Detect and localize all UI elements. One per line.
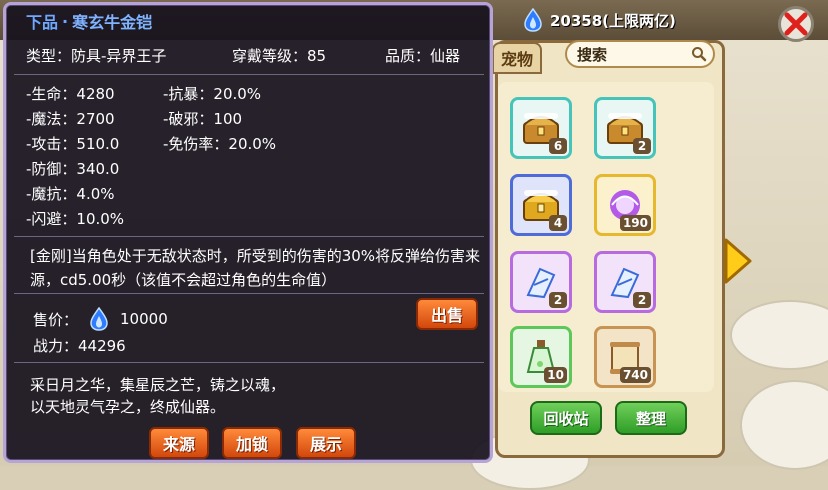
item-name: 寒玄牛金铠 [72,13,153,32]
item-count: 6 [549,138,567,154]
combat-power: 战力：44296 [33,337,126,355]
search-label: 搜索 [577,45,608,64]
item-slot-chest[interactable]: 6 [510,97,572,159]
title-separator: · [62,11,69,31]
sell-price: 售价： 10000 [33,307,168,331]
item-slot-scroll[interactable]: 740 [594,326,656,388]
cloud-decoration [730,300,828,370]
item-level: 穿戴等级：85 [232,47,327,65]
close-x-icon [784,12,808,36]
cloud-decoration [740,380,828,470]
item-lore: 采日月之华，集星辰之芒，铸之以魂， 以天地灵气孕之，终成仙器。 [30,374,482,418]
item-count: 4 [549,215,567,231]
sell-button[interactable]: 出售 [416,298,478,330]
item-slot-gold-chest[interactable]: 4 [510,174,572,236]
stat-magic-resist: -魔抗：4.0% [26,185,115,203]
divider [14,293,484,294]
item-count: 190 [619,215,651,231]
tab-pet[interactable]: 宠物 [492,42,542,74]
item-slot-crystal[interactable]: 2 [510,251,572,313]
stat-attack: -攻击：510.0 [26,135,120,153]
lock-button[interactable]: 加锁 [222,427,282,459]
item-slot-potion[interactable]: 10 [510,326,572,388]
stat-hp: -生命：4280 [26,85,115,103]
item-slot-crystal[interactable]: 2 [594,251,656,313]
currency-amount: 20358(上限两亿) [550,11,676,30]
search-input[interactable]: 搜索 [565,40,715,68]
price-label: 售价： [33,310,79,329]
stat-break-evil: -破邪：100 [163,110,243,128]
item-tooltip-panel: 下品 · 寒玄牛金铠 类型：防具-异界王子 穿戴等级：85 品质：仙器 -生命：… [3,2,493,463]
lore-line: 以天地灵气孕之，终成仙器。 [30,398,226,416]
price-value: 10000 [120,310,168,328]
recycle-bin-button[interactable]: 回收站 [530,401,602,435]
divider [14,74,484,75]
close-button[interactable] [778,6,814,42]
skill-description: [金刚]当角色处于无敌状态时，所受到的伤害的30%将反弹给伤害来源，cd5.00… [30,247,481,289]
item-count: 2 [633,138,651,154]
item-slot-chest[interactable]: 2 [594,97,656,159]
currency-display: 20358(上限两亿) [522,6,772,34]
stat-dodge: -闪避：10.0% [26,210,125,228]
source-button[interactable]: 来源 [149,427,209,459]
arrow-right-icon[interactable] [722,238,752,284]
blue-flame-gem-icon [90,307,108,331]
stat-defense: -防御：340.0 [26,160,120,178]
blue-flame-gem-icon [524,8,542,32]
showcase-button[interactable]: 展示 [296,427,356,459]
item-slot-orb[interactable]: 190 [594,174,656,236]
item-count: 2 [549,292,567,308]
divider [14,236,484,237]
item-count: 10 [544,367,567,383]
stat-mp: -魔法：2700 [26,110,115,128]
item-type: 类型：防具-异界王子 [26,47,167,65]
divider [14,362,484,363]
item-count: 740 [619,367,651,383]
stat-crit-resist: -抗暴：20.0% [163,85,262,103]
stat-damage-reduction: -免伤率：20.0% [163,135,277,153]
item-title: 下品 · 寒玄牛金铠 [6,5,490,37]
item-grade: 下品 [26,13,59,32]
magnifier-icon [692,47,707,62]
lore-line: 采日月之华，集星辰之芒，铸之以魂， [30,376,286,394]
item-count: 2 [633,292,651,308]
sort-button[interactable]: 整理 [615,401,687,435]
item-quality: 品质：仙器 [385,47,461,65]
